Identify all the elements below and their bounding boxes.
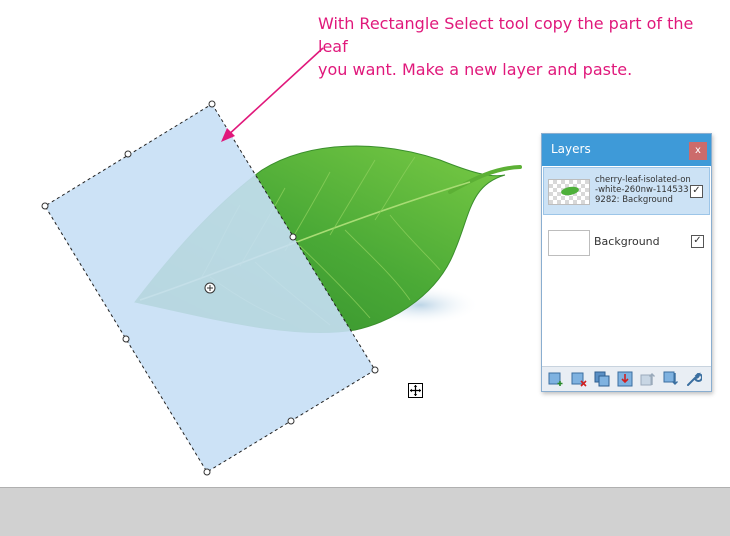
layer-item[interactable]: cherry-leaf-isolated-on-white-260nw-1145… bbox=[543, 167, 710, 215]
layer-visibility-checkbox[interactable]: ✓ bbox=[690, 185, 703, 198]
layers-panel: Layers x cherry-leaf-isolated-on-white-2… bbox=[541, 133, 712, 392]
layers-panel-title: Layers bbox=[551, 142, 591, 156]
move-layer-down-icon[interactable] bbox=[663, 371, 679, 387]
layers-toolbar bbox=[542, 366, 711, 391]
selection-handle[interactable] bbox=[371, 366, 379, 374]
selection-handle[interactable] bbox=[289, 233, 297, 241]
layer-properties-icon[interactable] bbox=[686, 371, 702, 387]
selection-handle[interactable] bbox=[122, 335, 130, 343]
layer-visibility-checkbox[interactable]: ✓ bbox=[691, 235, 704, 248]
layer-name: cherry-leaf-isolated-on-white-260nw-1145… bbox=[595, 175, 691, 205]
layer-thumbnail bbox=[548, 230, 590, 256]
selection-center-move-icon[interactable] bbox=[204, 282, 216, 294]
canvas-bottom-area bbox=[0, 487, 730, 536]
annotation-arrow bbox=[221, 47, 324, 142]
layer-item[interactable]: Background ✓ bbox=[543, 224, 710, 260]
selection-handle[interactable] bbox=[203, 468, 211, 476]
delete-layer-icon[interactable] bbox=[571, 371, 587, 387]
selection-handle[interactable] bbox=[208, 100, 216, 108]
duplicate-layer-icon[interactable] bbox=[594, 371, 610, 387]
selection-handle[interactable] bbox=[287, 417, 295, 425]
layer-name: Background bbox=[594, 235, 660, 248]
selection-handle[interactable] bbox=[41, 202, 49, 210]
layers-close-button[interactable]: x bbox=[689, 142, 707, 160]
layer-thumbnail bbox=[548, 179, 590, 205]
selection-handle[interactable] bbox=[124, 150, 132, 158]
instruction-annotation: With Rectangle Select tool copy the part… bbox=[318, 14, 694, 79]
layers-title-bar[interactable]: Layers x bbox=[542, 134, 711, 166]
merge-layer-down-icon[interactable] bbox=[617, 371, 633, 387]
move-layer-up-icon[interactable] bbox=[640, 371, 656, 387]
add-layer-icon[interactable] bbox=[548, 371, 564, 387]
move-cursor-icon bbox=[408, 383, 423, 398]
